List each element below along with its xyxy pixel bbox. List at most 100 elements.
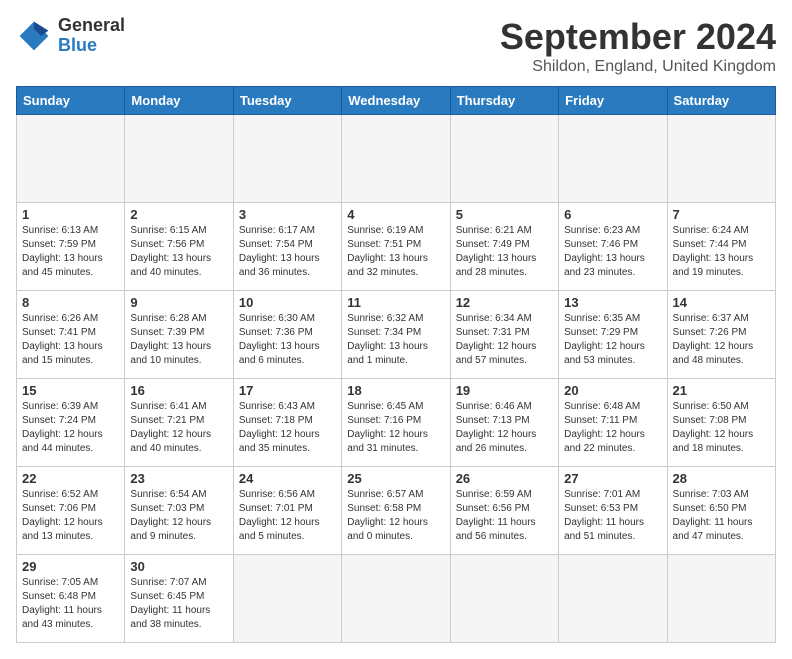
calendar-day-cell: 26Sunrise: 6:59 AMSunset: 6:56 PMDayligh… [450, 467, 558, 555]
calendar-day-cell: 27 Sunrise: 7:01 AMSunset: 6:53 PMDayligh… [559, 467, 667, 555]
calendar-day-cell: 15Sunrise: 6:39 AMSunset: 7:24 PMDayligh… [17, 379, 125, 467]
day-number: 11 [347, 295, 444, 310]
month-title: September 2024 [500, 16, 776, 58]
day-number: 2 [130, 207, 227, 222]
day-number: 1 [22, 207, 119, 222]
calendar-week-row: 1 Sunrise: 6:13 AMSunset: 7:59 PMDaylight… [17, 203, 776, 291]
calendar-header-wednesday: Wednesday [342, 87, 450, 115]
day-number: 12 [456, 295, 553, 310]
calendar-table: SundayMondayTuesdayWednesdayThursdayFrid… [16, 86, 776, 643]
day-number: 13 [564, 295, 661, 310]
day-info: Sunrise: 6:19 AMSunset: 7:51 PMDaylight:… [347, 224, 444, 280]
calendar-day-cell: 16 Sunrise: 6:41 AMSunset: 7:21 PMDayligh… [125, 379, 233, 467]
calendar-header-saturday: Saturday [667, 87, 775, 115]
calendar-day-cell: 22 Sunrise: 6:52 AMSunset: 7:06 PMDayligh… [17, 467, 125, 555]
day-info: Sunrise: 6:13 AMSunset: 7:59 PMDaylight:… [22, 224, 119, 280]
day-info: Sunrise: 6:17 AMSunset: 7:54 PMDaylight:… [239, 224, 336, 280]
day-info: Sunrise: 6:50 AMSunset: 7:08 PMDaylight:… [673, 400, 770, 456]
calendar-week-row: 29 Sunrise: 7:05 AMSunset: 6:48 PMDayligh… [17, 555, 776, 643]
calendar-week-row: 15Sunrise: 6:39 AMSunset: 7:24 PMDayligh… [17, 379, 776, 467]
day-number: 27 [564, 471, 661, 486]
calendar-week-row [17, 115, 776, 203]
day-info: Sunrise: 6:52 AMSunset: 7:06 PMDaylight:… [22, 488, 119, 544]
calendar-day-cell: 17 Sunrise: 6:43 AMSunset: 7:18 PMDayligh… [233, 379, 341, 467]
calendar-day-cell: 21 Sunrise: 6:50 AMSunset: 7:08 PMDayligh… [667, 379, 775, 467]
calendar-day-cell [450, 115, 558, 203]
day-number: 28 [673, 471, 770, 486]
calendar-header-sunday: Sunday [17, 87, 125, 115]
calendar-day-cell: 6Sunrise: 6:23 AMSunset: 7:46 PMDaylight… [559, 203, 667, 291]
calendar-day-cell [667, 115, 775, 203]
day-info: Sunrise: 6:24 AMSunset: 7:44 PMDaylight:… [673, 224, 770, 280]
logo-text: General Blue [58, 16, 125, 56]
calendar-header-friday: Friday [559, 87, 667, 115]
calendar-day-cell: 2 Sunrise: 6:15 AMSunset: 7:56 PMDaylight… [125, 203, 233, 291]
calendar-day-cell: 7 Sunrise: 6:24 AMSunset: 7:44 PMDaylight… [667, 203, 775, 291]
calendar-day-cell: 1 Sunrise: 6:13 AMSunset: 7:59 PMDaylight… [17, 203, 125, 291]
calendar-day-cell: 12 Sunrise: 6:34 AMSunset: 7:31 PMDayligh… [450, 291, 558, 379]
calendar-week-row: 22 Sunrise: 6:52 AMSunset: 7:06 PMDayligh… [17, 467, 776, 555]
calendar-day-cell: 11 Sunrise: 6:32 AMSunset: 7:34 PMDayligh… [342, 291, 450, 379]
day-number: 9 [130, 295, 227, 310]
calendar-day-cell: 18 Sunrise: 6:45 AMSunset: 7:16 PMDayligh… [342, 379, 450, 467]
logo: General Blue [16, 16, 125, 56]
day-number: 8 [22, 295, 119, 310]
day-number: 6 [564, 207, 661, 222]
calendar-header-row: SundayMondayTuesdayWednesdayThursdayFrid… [17, 87, 776, 115]
logo-blue: Blue [58, 36, 125, 56]
day-info: Sunrise: 6:32 AMSunset: 7:34 PMDaylight:… [347, 312, 444, 368]
day-info: Sunrise: 6:45 AMSunset: 7:16 PMDaylight:… [347, 400, 444, 456]
day-info: Sunrise: 6:21 AMSunset: 7:49 PMDaylight:… [456, 224, 553, 280]
day-info: Sunrise: 6:34 AMSunset: 7:31 PMDaylight:… [456, 312, 553, 368]
day-info: Sunrise: 6:28 AMSunset: 7:39 PMDaylight:… [130, 312, 227, 368]
calendar-day-cell [233, 555, 341, 643]
day-info: Sunrise: 6:43 AMSunset: 7:18 PMDaylight:… [239, 400, 336, 456]
day-number: 22 [22, 471, 119, 486]
day-info: Sunrise: 6:57 AMSunset: 6:58 PMDaylight:… [347, 488, 444, 544]
calendar-day-cell [342, 555, 450, 643]
calendar-day-cell [667, 555, 775, 643]
title-block: September 2024 Shildon, England, United … [500, 16, 776, 76]
day-info: Sunrise: 7:01 AMSunset: 6:53 PMDaylight:… [564, 488, 661, 544]
day-number: 18 [347, 383, 444, 398]
calendar-day-cell: 4 Sunrise: 6:19 AMSunset: 7:51 PMDaylight… [342, 203, 450, 291]
day-number: 21 [673, 383, 770, 398]
day-info: Sunrise: 6:35 AMSunset: 7:29 PMDaylight:… [564, 312, 661, 368]
day-info: Sunrise: 6:26 AMSunset: 7:41 PMDaylight:… [22, 312, 119, 368]
calendar-week-row: 8 Sunrise: 6:26 AMSunset: 7:41 PMDaylight… [17, 291, 776, 379]
logo-icon [16, 18, 52, 54]
calendar-day-cell: 9 Sunrise: 6:28 AMSunset: 7:39 PMDaylight… [125, 291, 233, 379]
calendar-day-cell: 23Sunrise: 6:54 AMSunset: 7:03 PMDayligh… [125, 467, 233, 555]
day-number: 23 [130, 471, 227, 486]
calendar-day-cell: 30Sunrise: 7:07 AMSunset: 6:45 PMDayligh… [125, 555, 233, 643]
day-info: Sunrise: 7:05 AMSunset: 6:48 PMDaylight:… [22, 576, 119, 632]
day-number: 29 [22, 559, 119, 574]
calendar-day-cell: 20 Sunrise: 6:48 AMSunset: 7:11 PMDayligh… [559, 379, 667, 467]
day-number: 26 [456, 471, 553, 486]
day-number: 7 [673, 207, 770, 222]
calendar-day-cell [559, 115, 667, 203]
calendar-day-cell: 25Sunrise: 6:57 AMSunset: 6:58 PMDayligh… [342, 467, 450, 555]
day-info: Sunrise: 6:30 AMSunset: 7:36 PMDaylight:… [239, 312, 336, 368]
day-info: Sunrise: 6:48 AMSunset: 7:11 PMDaylight:… [564, 400, 661, 456]
calendar-day-cell: 24Sunrise: 6:56 AMSunset: 7:01 PMDayligh… [233, 467, 341, 555]
calendar-header-thursday: Thursday [450, 87, 558, 115]
day-info: Sunrise: 7:03 AMSunset: 6:50 PMDaylight:… [673, 488, 770, 544]
day-number: 3 [239, 207, 336, 222]
day-number: 17 [239, 383, 336, 398]
day-number: 20 [564, 383, 661, 398]
calendar-header-tuesday: Tuesday [233, 87, 341, 115]
day-info: Sunrise: 6:56 AMSunset: 7:01 PMDaylight:… [239, 488, 336, 544]
calendar-day-cell: 13 Sunrise: 6:35 AMSunset: 7:29 PMDayligh… [559, 291, 667, 379]
calendar-day-cell: 14Sunrise: 6:37 AMSunset: 7:26 PMDayligh… [667, 291, 775, 379]
day-info: Sunrise: 6:39 AMSunset: 7:24 PMDaylight:… [22, 400, 119, 456]
calendar-day-cell [559, 555, 667, 643]
calendar-day-cell [342, 115, 450, 203]
calendar-day-cell: 8 Sunrise: 6:26 AMSunset: 7:41 PMDaylight… [17, 291, 125, 379]
day-number: 4 [347, 207, 444, 222]
calendar-day-cell: 3 Sunrise: 6:17 AMSunset: 7:54 PMDaylight… [233, 203, 341, 291]
day-info: Sunrise: 6:15 AMSunset: 7:56 PMDaylight:… [130, 224, 227, 280]
day-info: Sunrise: 6:41 AMSunset: 7:21 PMDaylight:… [130, 400, 227, 456]
day-number: 16 [130, 383, 227, 398]
page-header: General Blue September 2024 Shildon, Eng… [16, 16, 776, 76]
